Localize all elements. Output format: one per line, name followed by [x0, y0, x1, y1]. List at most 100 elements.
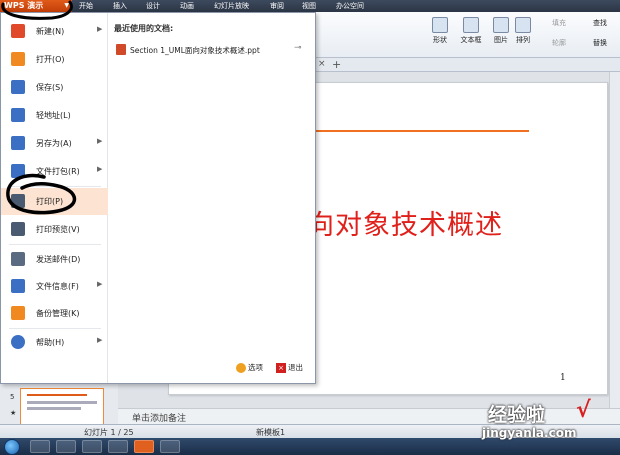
menu-item-light-address[interactable]: 轻地址(L): [1, 102, 108, 129]
file-menu-footer: 选项 × 退出: [108, 355, 315, 383]
menu-item-help[interactable]: 帮助(H) ▶: [1, 329, 108, 356]
menu-item-package[interactable]: 文件打包(R) ▶: [1, 158, 108, 185]
fill-button[interactable]: 填充: [552, 18, 566, 28]
options-label: 选项: [248, 363, 263, 372]
watermark: 经验啦 √ jingyanla.com: [462, 398, 612, 444]
media-icon[interactable]: [108, 440, 128, 453]
tab-home[interactable]: 开始: [79, 0, 93, 12]
outline-button[interactable]: 轮廓: [552, 38, 566, 48]
menu-item-print-preview[interactable]: 打印预览(V): [1, 216, 108, 243]
menu-item-backup[interactable]: 备份管理(K): [1, 300, 108, 327]
tab-insert[interactable]: 插入: [113, 0, 127, 12]
template-name: 新模板1: [256, 428, 286, 437]
thumbnail-title-bar: [27, 394, 87, 396]
file-info-icon: [11, 279, 25, 293]
pin-icon[interactable]: ⊸: [294, 43, 302, 53]
chevron-down-icon: ▼: [64, 2, 69, 9]
ie-icon[interactable]: [30, 440, 50, 453]
menu-item-label: 打印(P): [36, 197, 64, 206]
menu-bar: WPS 演示 ▼ 开始 插入 设计 动画 幻灯片放映 审阅 视图 办公空间: [0, 0, 620, 12]
textbox-icon: [463, 17, 479, 33]
menu-item-label: 文件打包(R): [36, 167, 80, 176]
menu-item-label: 帮助(H): [36, 338, 65, 347]
watermark-url: jingyanla.com: [482, 426, 577, 440]
chevron-right-icon: ▶: [97, 336, 103, 344]
tab-review[interactable]: 审阅: [270, 0, 284, 12]
save-icon: [11, 80, 25, 94]
close-tab-icon[interactable]: ×: [318, 59, 326, 69]
print-preview-icon: [11, 222, 25, 236]
notes-placeholder: 单击添加备注: [132, 414, 187, 424]
explorer-icon[interactable]: [56, 440, 76, 453]
thumbnail-number: 5: [10, 393, 15, 401]
start-button[interactable]: [4, 439, 20, 455]
textbox-label: 文本框: [460, 36, 482, 44]
recent-file-item[interactable]: Section 1_UML面向对象技术概述.ppt ⊸: [116, 43, 311, 57]
menu-item-file-info[interactable]: 文件信息(F) ▶: [1, 273, 108, 300]
picture-button[interactable]: 图片: [490, 17, 512, 45]
arrange-icon: [515, 17, 531, 33]
browser-icon[interactable]: [82, 440, 102, 453]
menu-item-save-as[interactable]: 另存为(A) ▶: [1, 130, 108, 157]
slide-title[interactable]: 向对象技术概述: [307, 203, 503, 242]
backup-icon: [11, 306, 25, 320]
shapes-label: 形状: [433, 36, 447, 44]
tab-design[interactable]: 设计: [146, 0, 160, 12]
menu-item-print[interactable]: 打印(P): [1, 188, 108, 215]
new-icon: [11, 24, 25, 38]
exit-button[interactable]: × 退出: [276, 362, 303, 373]
app-icon[interactable]: [160, 440, 180, 453]
menu-item-new[interactable]: 新建(N) ▶: [1, 18, 108, 45]
slide-counter: 幻灯片 1 / 25: [84, 428, 134, 437]
exit-label: 退出: [288, 363, 303, 372]
arrange-button[interactable]: 排列: [512, 17, 534, 45]
tab-animation[interactable]: 动画: [180, 0, 194, 12]
watermark-text: 经验啦: [488, 404, 546, 426]
tab-view[interactable]: 视图: [302, 0, 316, 12]
menu-item-label: 打开(O): [36, 55, 65, 64]
file-menu-dropdown: 新建(N) ▶ 打开(O) 保存(S) 轻地址(L) 另存为(A) ▶ 文件打包…: [0, 12, 316, 384]
menu-item-save[interactable]: 保存(S): [1, 74, 108, 101]
menu-item-label: 另存为(A): [36, 139, 72, 148]
menu-item-label: 文件信息(F): [36, 282, 79, 291]
thumbnail-panel: 5 ★: [0, 380, 118, 428]
wps-app-menu-button[interactable]: WPS 演示 ▼: [0, 0, 72, 12]
chevron-right-icon: ▶: [97, 25, 103, 33]
tab-office-space[interactable]: 办公空间: [336, 0, 364, 12]
wps-presentation-icon[interactable]: [134, 440, 154, 453]
save-as-icon: [11, 136, 25, 150]
menu-separator: [9, 186, 101, 187]
close-icon: ×: [276, 363, 286, 373]
thumbnail-text-line: [27, 401, 97, 404]
package-icon: [11, 164, 25, 178]
new-tab-icon[interactable]: +: [332, 58, 341, 71]
mail-icon: [11, 252, 25, 266]
slide-thumbnail[interactable]: [20, 388, 104, 428]
menu-item-label: 保存(S): [36, 83, 64, 92]
replace-button[interactable]: 替换: [593, 38, 607, 48]
file-menu-commands: 新建(N) ▶ 打开(O) 保存(S) 轻地址(L) 另存为(A) ▶ 文件打包…: [1, 13, 108, 383]
menu-item-label: 发送邮件(D): [36, 255, 81, 264]
textbox-button[interactable]: 文本框: [456, 17, 486, 45]
menu-item-label: 备份管理(K): [36, 309, 80, 318]
ppt-file-icon: [116, 44, 126, 55]
picture-icon: [493, 17, 509, 33]
shapes-icon: [432, 17, 448, 33]
chevron-right-icon: ▶: [97, 280, 103, 288]
vertical-scrollbar[interactable]: [609, 72, 620, 408]
open-folder-icon: [11, 52, 25, 66]
menu-item-open[interactable]: 打开(O): [1, 46, 108, 73]
options-button[interactable]: 选项: [236, 362, 263, 373]
checkmark-icon: √: [576, 398, 591, 423]
print-icon: [11, 194, 25, 208]
shapes-button[interactable]: 形状: [428, 17, 452, 45]
arrange-label: 排列: [516, 36, 530, 44]
menu-separator: [9, 244, 101, 245]
tab-slideshow[interactable]: 幻灯片放映: [214, 0, 249, 12]
thumbnail-text-line: [27, 407, 81, 410]
menu-item-send-mail[interactable]: 发送邮件(D): [1, 246, 108, 273]
find-button[interactable]: 查找: [593, 18, 607, 28]
slide-divider-line: [287, 130, 529, 132]
menu-item-label: 新建(N): [36, 27, 65, 36]
menu-item-label: 轻地址(L): [36, 111, 71, 120]
